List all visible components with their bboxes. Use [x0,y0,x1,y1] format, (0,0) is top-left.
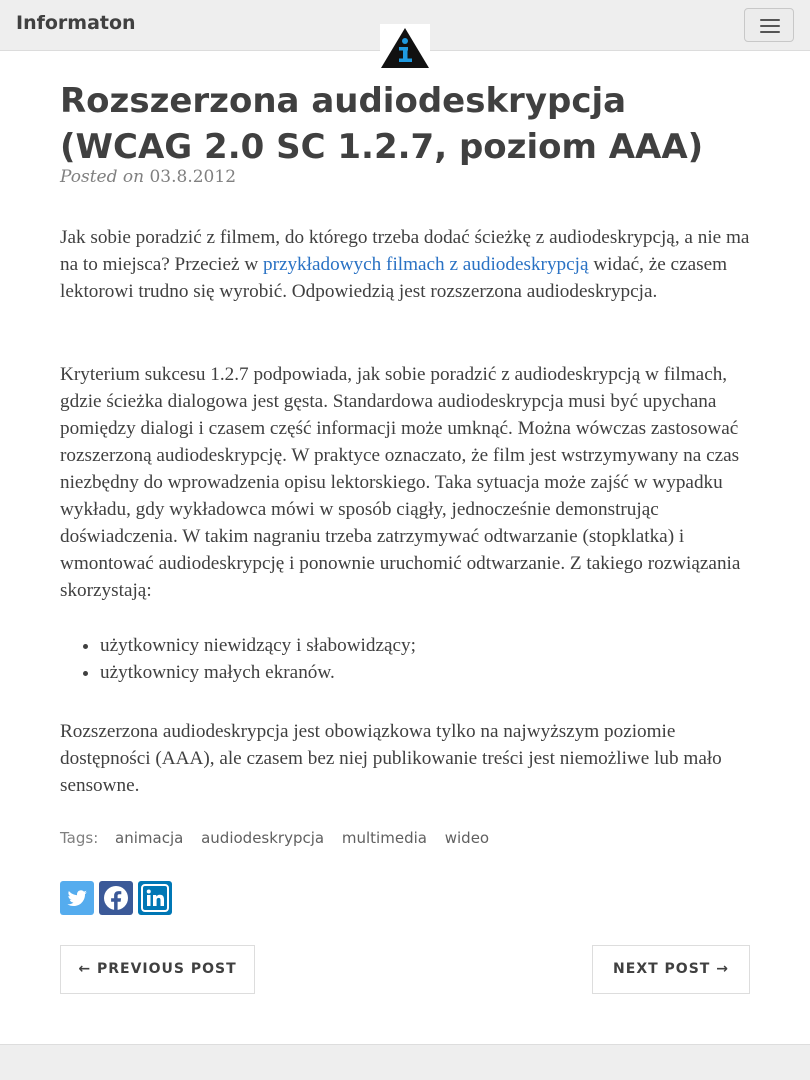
list-item: użytkownicy niewidzący i słabowidzący; [100,632,760,659]
tag-link[interactable]: multimedia [342,829,427,847]
post-tags: Tags: animacja audiodeskrypcja multimedi… [60,829,502,847]
previous-post-button[interactable]: ← PREVIOUS POST [60,945,255,994]
paragraph-criterion: Kryterium sukcesu 1.2.7 podpowiada, jak … [60,364,741,601]
site-brand-link[interactable]: Informaton [16,12,136,34]
paragraph-conclusion: Rozszerzona audiodeskrypcja jest obowiąz… [60,721,722,796]
twitter-icon[interactable] [60,881,94,915]
info-triangle-logo-icon[interactable] [380,24,430,70]
example-films-link[interactable]: przykładowych filmach z audiodeskrypcją [263,254,589,275]
next-post-button[interactable]: NEXT POST → [592,945,750,994]
post-meta: Posted on 03.8.2012 [60,167,236,187]
tags-label: Tags: [60,829,99,847]
list-item: użytkownicy małych ekranów. [100,659,760,686]
beneficiaries-list: użytkownicy niewidzący i słabowidzący; u… [60,632,760,686]
menu-toggle-button[interactable] [744,8,794,42]
post-date: 03.8.2012 [149,167,237,187]
post-meta-label: Posted on [60,167,145,187]
tag-link[interactable]: animacja [115,829,183,847]
linkedin-icon[interactable] [138,881,172,915]
share-buttons [60,881,177,915]
page-footer [0,1044,810,1080]
tag-link[interactable]: audiodeskrypcja [201,829,324,847]
post-title: Rozszerzona audiodeskrypcja (WCAG 2.0 SC… [60,81,704,167]
facebook-icon[interactable] [99,881,133,915]
tag-link[interactable]: wideo [445,829,489,847]
paragraph-intro: Jak sobie poradzić z filmem, do którego … [60,224,760,305]
